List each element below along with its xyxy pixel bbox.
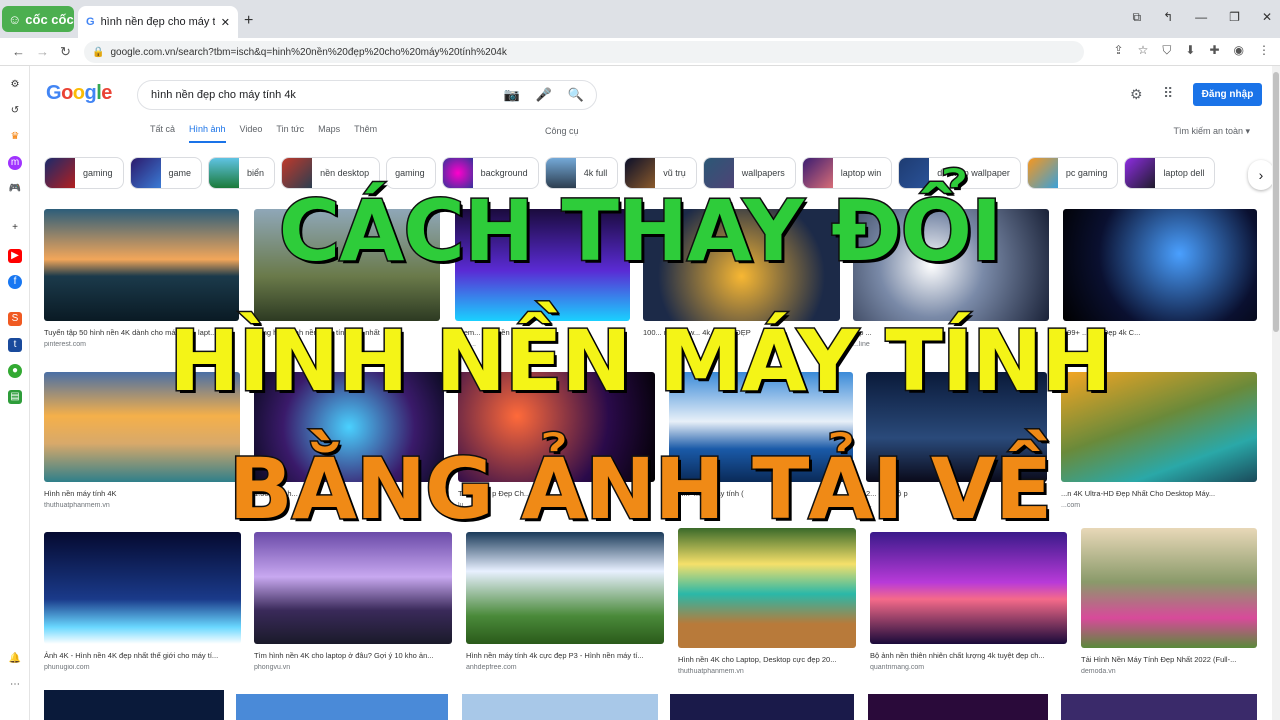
tab-video[interactable]: Video [240,124,263,143]
more-icon[interactable]: ⋯ [8,678,22,692]
settings-icon[interactable]: ⚙ [8,78,22,92]
image-result-partial[interactable] [44,690,224,720]
notification-icon[interactable]: 🔔 [8,652,22,666]
browser-tabbar: ☺cốc cốc G hình nền đẹp cho máy tính 4 ✕… [0,0,1280,38]
google-favicon-icon: G [86,16,95,28]
close-tab-icon[interactable]: ✕ [221,16,230,29]
back-icon[interactable]: ← [12,44,25,59]
search-query: hình nền đẹp cho máy tính 4k [151,89,296,101]
window-controls: ⧉ ↰ — ❐ ✕ [1133,10,1272,25]
image-result-partial[interactable] [670,694,854,720]
new-tab-icon[interactable]: + [244,12,253,30]
minimize-icon[interactable]: — [1195,10,1207,25]
coccoc-logo[interactable]: ☺ cốc cốc [2,6,74,32]
forward-icon[interactable]: → [36,44,49,59]
microphone-icon[interactable]: 🎤 [536,87,552,103]
menu-icon[interactable]: ⋮ [1258,43,1270,58]
image-result[interactable]: Ảnh 4K - Hình nền 4K đẹp nhất thế giới c… [44,532,241,671]
tab-all[interactable]: Tất cả [150,124,175,143]
tools-button[interactable]: Công cụ [545,126,579,136]
image-result-partial[interactable] [868,694,1048,720]
window-menu-icon[interactable]: ⧉ [1133,10,1142,25]
bookmark-icon[interactable]: ☆ [1138,43,1149,58]
image-result-partial[interactable] [1061,694,1257,720]
overlay-title-line3: BẰNG ẢNH TẢI VỀ [227,439,1054,540]
tab-more[interactable]: Thêm [354,124,377,143]
image-result[interactable]: Tải Hình Nền Máy Tính Đẹp Nhất 2022 (Ful… [1081,528,1257,675]
camera-icon[interactable]: 📷 [503,87,519,103]
tab-maps[interactable]: Maps [318,124,340,143]
reload-icon[interactable]: ↻ [60,44,71,60]
restore-icon[interactable]: ❐ [1229,10,1240,25]
tab-news[interactable]: Tin tức [276,124,304,143]
shield-icon[interactable]: ⛉ [1162,43,1171,58]
share-icon[interactable]: ⇪ [1114,43,1124,58]
image-result-partial[interactable] [236,694,448,720]
coccoc-icon: ☺ [8,11,22,27]
image-result-partial[interactable] [462,694,658,720]
download-icon[interactable]: ⬇ [1185,43,1195,58]
toolbar-icons: ⇪ ☆ ⛉ ⬇ ✚ ◉ ⋮ [1114,43,1270,58]
settings-gear-icon[interactable]: ⚙ [1130,86,1143,103]
url-field[interactable]: 🔒 google.com.vn/search?tbm=isch&q=hinh%2… [84,41,1084,63]
history-icon[interactable]: ↺ [8,104,22,118]
messenger-icon[interactable]: m [8,156,22,170]
overlay-title-line1: CÁCH THAY ĐỔI [277,181,1004,282]
browser-tab[interactable]: G hình nền đẹp cho máy tính 4 ✕ [78,6,238,38]
close-window-icon[interactable]: ✕ [1262,10,1272,25]
google-header: Google hình nền đẹp cho máy tính 4k 📷 🎤 … [30,66,1272,150]
back-history-icon[interactable]: ↰ [1163,10,1173,25]
address-bar: ← → ↻ 🔒 google.com.vn/search?tbm=isch&q=… [0,38,1280,66]
search-tabs: Tất cả Hình ảnh Video Tin tức Maps Thêm [150,124,377,143]
image-result[interactable]: Bộ ảnh nền thiên nhiên chất lượng 4k tuy… [870,532,1067,671]
profile-icon[interactable]: ◉ [1234,43,1244,58]
image-result[interactable]: Hình nền máy tính 4k cực đẹp P3 - Hình n… [466,532,664,671]
search-input[interactable]: hình nền đẹp cho máy tính 4k 📷 🎤 🔍 [137,80,597,110]
image-result[interactable]: Hình nền 4K cho Laptop, Desktop cực đẹp … [678,528,856,675]
tab-images[interactable]: Hình ảnh [189,124,226,143]
image-result[interactable]: Tìm hình nền 4K cho laptop ở đâu? Gợi ý … [254,532,452,671]
search-icon[interactable]: 🔍 [568,87,584,103]
crown-icon[interactable]: ♛ [8,130,22,144]
extensions-icon[interactable]: ✚ [1209,43,1219,58]
overlay-title-line2: HÌNH NỀN MÁY TÍNH [168,311,1113,412]
apps-grid-icon[interactable]: ⠿ [1163,85,1173,102]
lock-icon: 🔒 [92,46,105,58]
safe-search-dropdown[interactable]: Tìm kiếm an toàn ▾ [1173,126,1250,137]
google-logo[interactable]: Google [46,82,112,105]
login-button[interactable]: Đăng nhập [1193,83,1262,106]
tab-title: hình nền đẹp cho máy tính 4 [100,16,215,28]
url-text: google.com.vn/search?tbm=isch&q=hinh%20n… [110,46,507,58]
